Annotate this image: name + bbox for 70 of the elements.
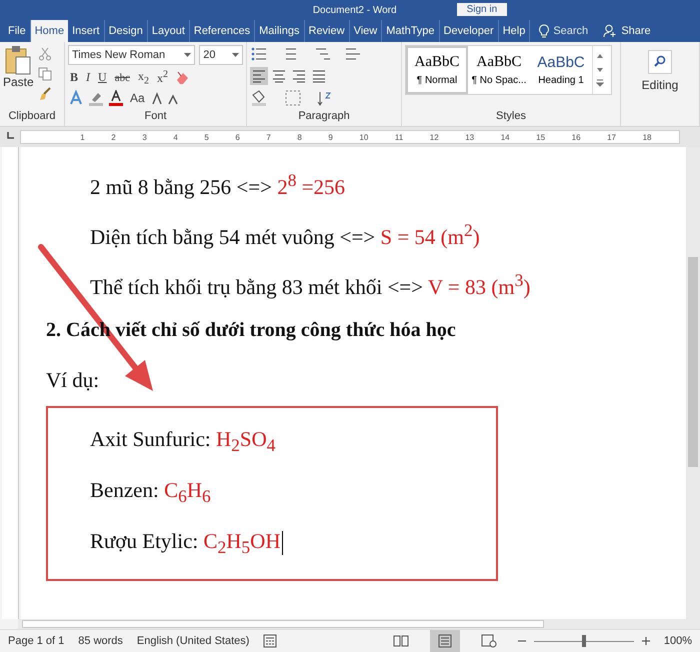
group-label: Styles (496, 110, 526, 122)
horizontal-scrollbar[interactable] (18, 619, 700, 629)
share-button[interactable]: Share (603, 20, 651, 42)
paste-button[interactable]: Paste (3, 45, 34, 110)
web-page-icon (480, 634, 497, 648)
ruler-number: 10 (359, 132, 368, 142)
ruler-number: 2 (111, 132, 116, 142)
zoom-level[interactable]: 100% (664, 635, 692, 647)
window-title: Document2 - Word (312, 5, 397, 16)
ruler-number: 8 (297, 132, 302, 142)
clipboard-icon (4, 45, 32, 75)
book-icon (392, 634, 409, 648)
text-line: Ví dụ: (46, 367, 100, 394)
group-label: Clipboard (8, 110, 56, 122)
caret-icon (184, 52, 192, 58)
ruler-number: 12 (430, 132, 439, 142)
ruler-number: 11 (394, 132, 404, 142)
editing-button[interactable]: Editing (636, 49, 684, 93)
format-button[interactable]: abc (112, 72, 132, 84)
text-line: Rượu Etylic: C$_{2}$H$_{5}$OH (90, 528, 284, 560)
format-button[interactable]: x$_{2}$ (136, 69, 151, 86)
ruler-number: 16 (572, 132, 581, 142)
lightbulb-icon (538, 24, 550, 38)
group-label: Paragraph (298, 110, 350, 122)
text-line: Axit Sunfuric: H$_{2}$SO$_{4}$ (90, 426, 277, 458)
group-label: Font (144, 110, 166, 122)
search-icon (648, 50, 672, 74)
font-name-dropdown[interactable]: Times New Roman (68, 45, 196, 65)
format-button[interactable]: I (84, 70, 92, 86)
ruler-number: 6 (235, 132, 240, 142)
tab-stop-icon[interactable] (5, 130, 15, 140)
text-line: Thể tích khối trụ bằng 83 mét khối <=> V = 83 (m$^{3}$) (89, 269, 532, 301)
style-tile[interactable]: AaBbC ¶ Normal (406, 46, 468, 94)
ruler-number: 5 (204, 132, 209, 142)
ruler-number: 3 (142, 132, 147, 142)
ruler-number: 17 (607, 132, 616, 142)
zoom-in-icon[interactable] (642, 637, 650, 645)
ribbon-tab[interactable]: Home (30, 20, 68, 42)
change-case-button[interactable]: Aa (128, 91, 147, 106)
format-button[interactable]: U (96, 70, 109, 86)
brush-icon[interactable] (38, 87, 52, 101)
ruler-number: 9 (328, 132, 333, 142)
page-count[interactable]: Page 1 of 1 (8, 635, 64, 647)
ruler-number: 4 (173, 132, 178, 142)
ruler-number: 15 (536, 132, 546, 142)
copy-icon[interactable] (38, 67, 52, 81)
text-line: 2 mũ 8 bằng 256 <=> 2$^{8}$ =256 (89, 169, 346, 201)
text-line: Benzen: C$_{6}$H$_{6}$ (90, 477, 212, 508)
caret-icon (232, 52, 239, 58)
gallery-scroll-buttons[interactable] (592, 46, 607, 94)
ruler-number: 7 (266, 132, 271, 142)
calculator-icon[interactable] (263, 634, 278, 648)
format-button[interactable]: B (68, 70, 80, 86)
format-button[interactable]: x$^{2}$ (154, 69, 170, 86)
ruler-number: 14 (500, 132, 510, 142)
text-line: Diện tích bằng 54 mét vuông <=> S = 54 (m$^{2}$) (89, 219, 481, 251)
ruler-number: 13 (465, 132, 474, 142)
search-field[interactable]: Search (553, 25, 598, 37)
ruler-number: 18 (642, 132, 652, 142)
language-indicator[interactable]: English (United States) (136, 635, 250, 647)
sign-in-button[interactable]: Sign in (456, 3, 508, 16)
ruler-number: 1 (80, 132, 85, 142)
text-effects-icon[interactable] (68, 90, 84, 106)
person-add-icon (603, 24, 618, 38)
font-size-dropdown[interactable]: 20 (199, 45, 243, 65)
page-icon (436, 634, 453, 648)
scissors-icon[interactable] (38, 47, 52, 61)
view-button[interactable] (430, 630, 460, 652)
word-count[interactable]: 85 words (78, 635, 123, 647)
font-color-icon[interactable] (108, 90, 124, 106)
